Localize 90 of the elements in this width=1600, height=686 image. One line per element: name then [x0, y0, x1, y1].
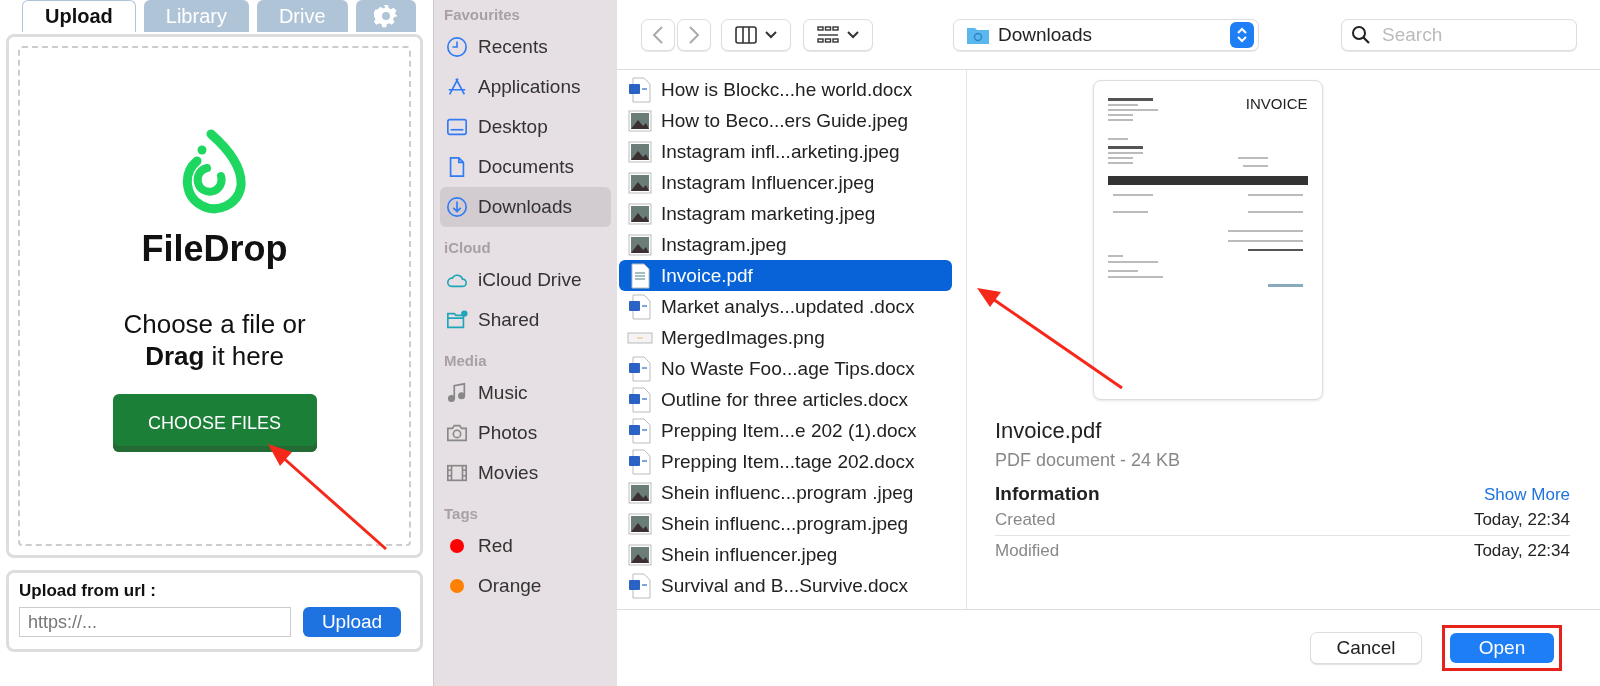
file-row[interactable]: Outline for three articles.docx	[619, 384, 952, 415]
search-field[interactable]: Search	[1341, 18, 1577, 51]
image-thumbnail-icon	[627, 169, 653, 196]
word-document-icon	[627, 386, 653, 413]
app-store-icon	[446, 76, 468, 98]
image-thumbnail-icon	[627, 510, 653, 537]
image-thumbnail-icon	[627, 541, 653, 568]
drop-prompt: Choose a file or Drag it here	[122, 308, 307, 372]
sidebar-item[interactable]: Documents	[440, 147, 611, 187]
file-row[interactable]: Invoice.pdf	[619, 260, 952, 291]
image-thumbnail-icon	[627, 107, 653, 134]
settings-tab[interactable]	[355, 0, 416, 32]
file-row[interactable]: Instagram marketing.jpeg	[619, 198, 952, 229]
file-row[interactable]: No Waste Foo...age Tips.docx	[619, 353, 952, 384]
choose-files-button[interactable]: CHOOSE FILES	[112, 394, 317, 452]
metadata-value: Today, 22:34	[1473, 510, 1570, 530]
shared-folder-icon	[446, 309, 468, 331]
file-row[interactable]: Instagram infl...arketing.jpeg	[619, 136, 952, 167]
file-title: Invoice.pdf	[995, 418, 1103, 444]
file-row[interactable]: Shein influenc...program.jpeg	[619, 508, 952, 539]
image-thumbnail-icon	[627, 200, 653, 227]
sidebar-section-title: Media	[443, 351, 488, 371]
camera-icon	[446, 422, 468, 444]
drop-zone[interactable]: FileDrop Choose a file or Drag it here CHOOSE FILES	[18, 46, 411, 546]
file-row[interactable]: Instagram.jpeg	[619, 229, 952, 260]
sidebar-item[interactable]: Applications	[440, 67, 611, 107]
word-document-icon	[627, 355, 653, 382]
sidebar-item[interactable]: iCloud Drive	[440, 260, 611, 300]
image-thumbnail-icon	[627, 479, 653, 506]
cancel-button[interactable]: Cancel	[1310, 632, 1422, 664]
upload-button[interactable]: Upload	[303, 607, 401, 637]
open-button[interactable]: Open	[1450, 633, 1554, 663]
file-row[interactable]: How is Blockc...he world.docx	[619, 74, 952, 105]
sidebar-item[interactable]: Desktop	[440, 107, 611, 147]
file-row[interactable]: Shein influenc...program .jpeg	[619, 477, 952, 508]
columns-icon	[735, 25, 757, 44]
group-button[interactable]	[803, 18, 873, 51]
url-input-field[interactable]: https://...	[19, 607, 291, 637]
sidebar-section-title: iCloud	[443, 238, 492, 258]
word-document-icon	[627, 417, 653, 444]
word-document-icon	[627, 293, 653, 320]
sidebar-section-title: Favourites	[443, 5, 521, 25]
file-row[interactable]: MergedImages.png	[619, 322, 952, 353]
tab[interactable]: Upload	[22, 0, 136, 32]
desktop-icon	[446, 116, 468, 138]
metadata-label: Created	[995, 510, 1056, 530]
metadata-label: Modified	[995, 541, 1060, 561]
location-dropdown[interactable]: Downloads	[953, 18, 1259, 51]
chevron-left-icon	[652, 24, 664, 45]
url-label: Upload from url :	[19, 581, 157, 601]
music-note-icon	[446, 382, 468, 404]
sidebar-item[interactable]: Music	[440, 373, 611, 413]
information-heading: Information	[995, 483, 1100, 505]
file-row[interactable]: Survival and B...Survive.docx	[619, 570, 952, 601]
file-row[interactable]: How to Beco...ers Guide.jpeg	[619, 105, 952, 136]
grid-icon	[817, 25, 839, 44]
image-thumbnail-icon	[627, 231, 653, 258]
file-row[interactable]: Shein influencer.jpeg	[619, 539, 952, 570]
image-thumbnail-icon	[627, 138, 653, 165]
back-button[interactable]	[641, 18, 675, 51]
show-more-link[interactable]: Show More	[1484, 485, 1570, 505]
invoice-heading: INVOICE	[1245, 95, 1308, 112]
chevron-down-icon	[847, 30, 859, 39]
forward-button[interactable]	[677, 18, 711, 51]
word-document-icon	[627, 448, 653, 475]
file-row[interactable]: Prepping Item...tage 202.docx	[619, 446, 952, 477]
file-row[interactable]: Prepping Item...e 202 (1).docx	[619, 415, 952, 446]
word-document-icon	[627, 76, 653, 103]
column-view-button[interactable]	[721, 18, 791, 51]
file-row[interactable]: Market analys...updated .docx	[619, 291, 952, 322]
clock-icon	[446, 36, 468, 58]
sidebar-item[interactable]: Downloads	[440, 187, 611, 227]
sidebar-item[interactable]: Orange	[440, 566, 611, 606]
chevron-down-icon	[765, 30, 777, 39]
chevron-right-icon	[688, 24, 700, 45]
sidebar-item[interactable]: Recents	[440, 27, 611, 67]
stepper-icon	[1230, 21, 1254, 48]
word-document-icon	[627, 572, 653, 599]
film-icon	[446, 462, 468, 484]
file-row[interactable]: Instagram Influencer.jpeg	[619, 167, 952, 198]
file-type-size: PDF document - 24 KB	[995, 450, 1182, 471]
metadata-value: Today, 22:34	[1473, 541, 1570, 561]
sidebar-item[interactable]: Photos	[440, 413, 611, 453]
sidebar-item[interactable]: Shared	[440, 300, 611, 340]
download-icon	[446, 196, 468, 218]
app-title: FileDrop	[141, 228, 288, 270]
settings-icon	[373, 4, 398, 28]
sidebar-item[interactable]: Movies	[440, 453, 611, 493]
sidebar-section-title: Tags	[443, 504, 479, 524]
sidebar-item[interactable]: Red	[440, 526, 611, 566]
